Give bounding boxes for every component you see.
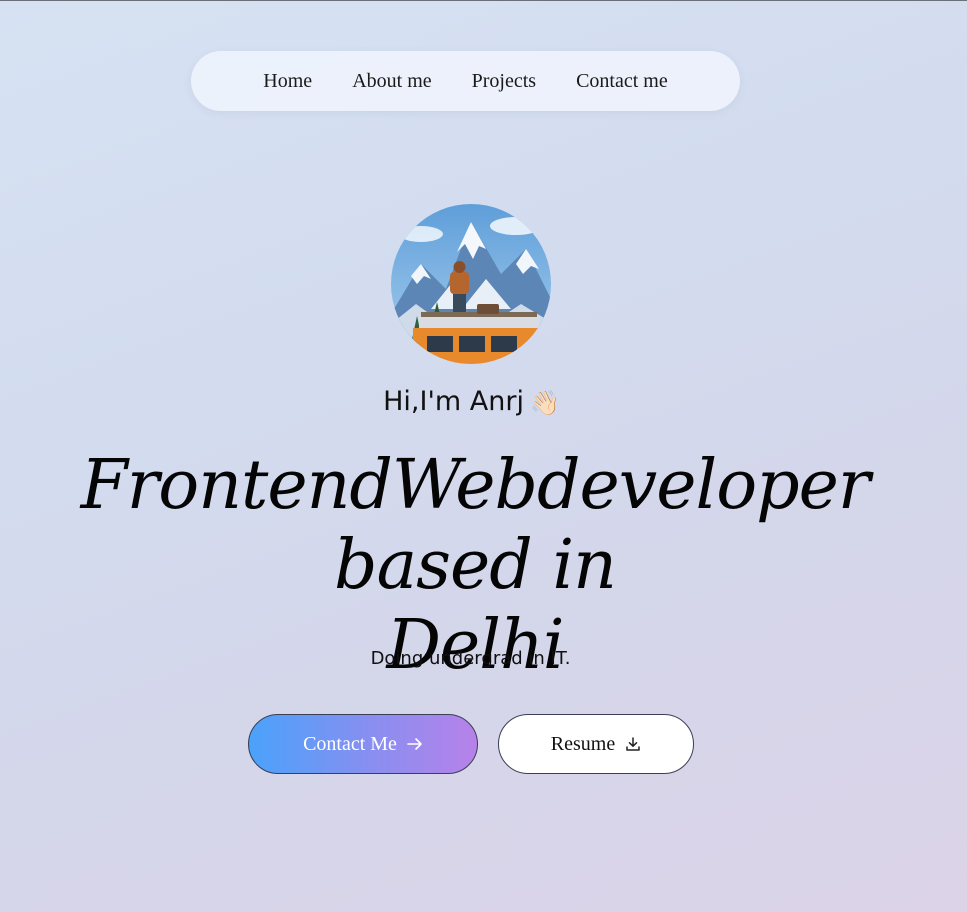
headline-line-2: Delhi bbox=[386, 606, 564, 685]
nav-link-projects[interactable]: Projects bbox=[472, 70, 536, 93]
headline-line-1: FrontendWebdeveloper based in bbox=[80, 446, 871, 605]
contact-me-button[interactable]: Contact Me bbox=[248, 714, 478, 774]
profile-avatar bbox=[391, 204, 551, 364]
top-navbar: Home About me Projects Contact me bbox=[191, 51, 740, 111]
contact-me-label: Contact Me bbox=[303, 732, 397, 755]
hero-subtitle: Doing undergrad in IT. bbox=[370, 648, 571, 669]
nav-link-contact[interactable]: Contact me bbox=[576, 70, 668, 93]
download-icon bbox=[625, 736, 641, 752]
arrow-right-icon bbox=[407, 737, 423, 751]
nav-link-about[interactable]: About me bbox=[352, 70, 431, 93]
resume-label: Resume bbox=[550, 732, 616, 755]
greeting-text: Hi,I'm Anrj 👋🏻 bbox=[0, 386, 943, 417]
nav-link-home[interactable]: Home bbox=[263, 70, 312, 93]
resume-button[interactable]: Resume bbox=[498, 714, 694, 774]
avatar-illustration bbox=[391, 204, 551, 364]
waving-hand-icon: 👋🏻 bbox=[529, 388, 560, 417]
greeting-label: Hi,I'm Anrj bbox=[383, 386, 524, 417]
window-top-border bbox=[0, 0, 967, 1]
